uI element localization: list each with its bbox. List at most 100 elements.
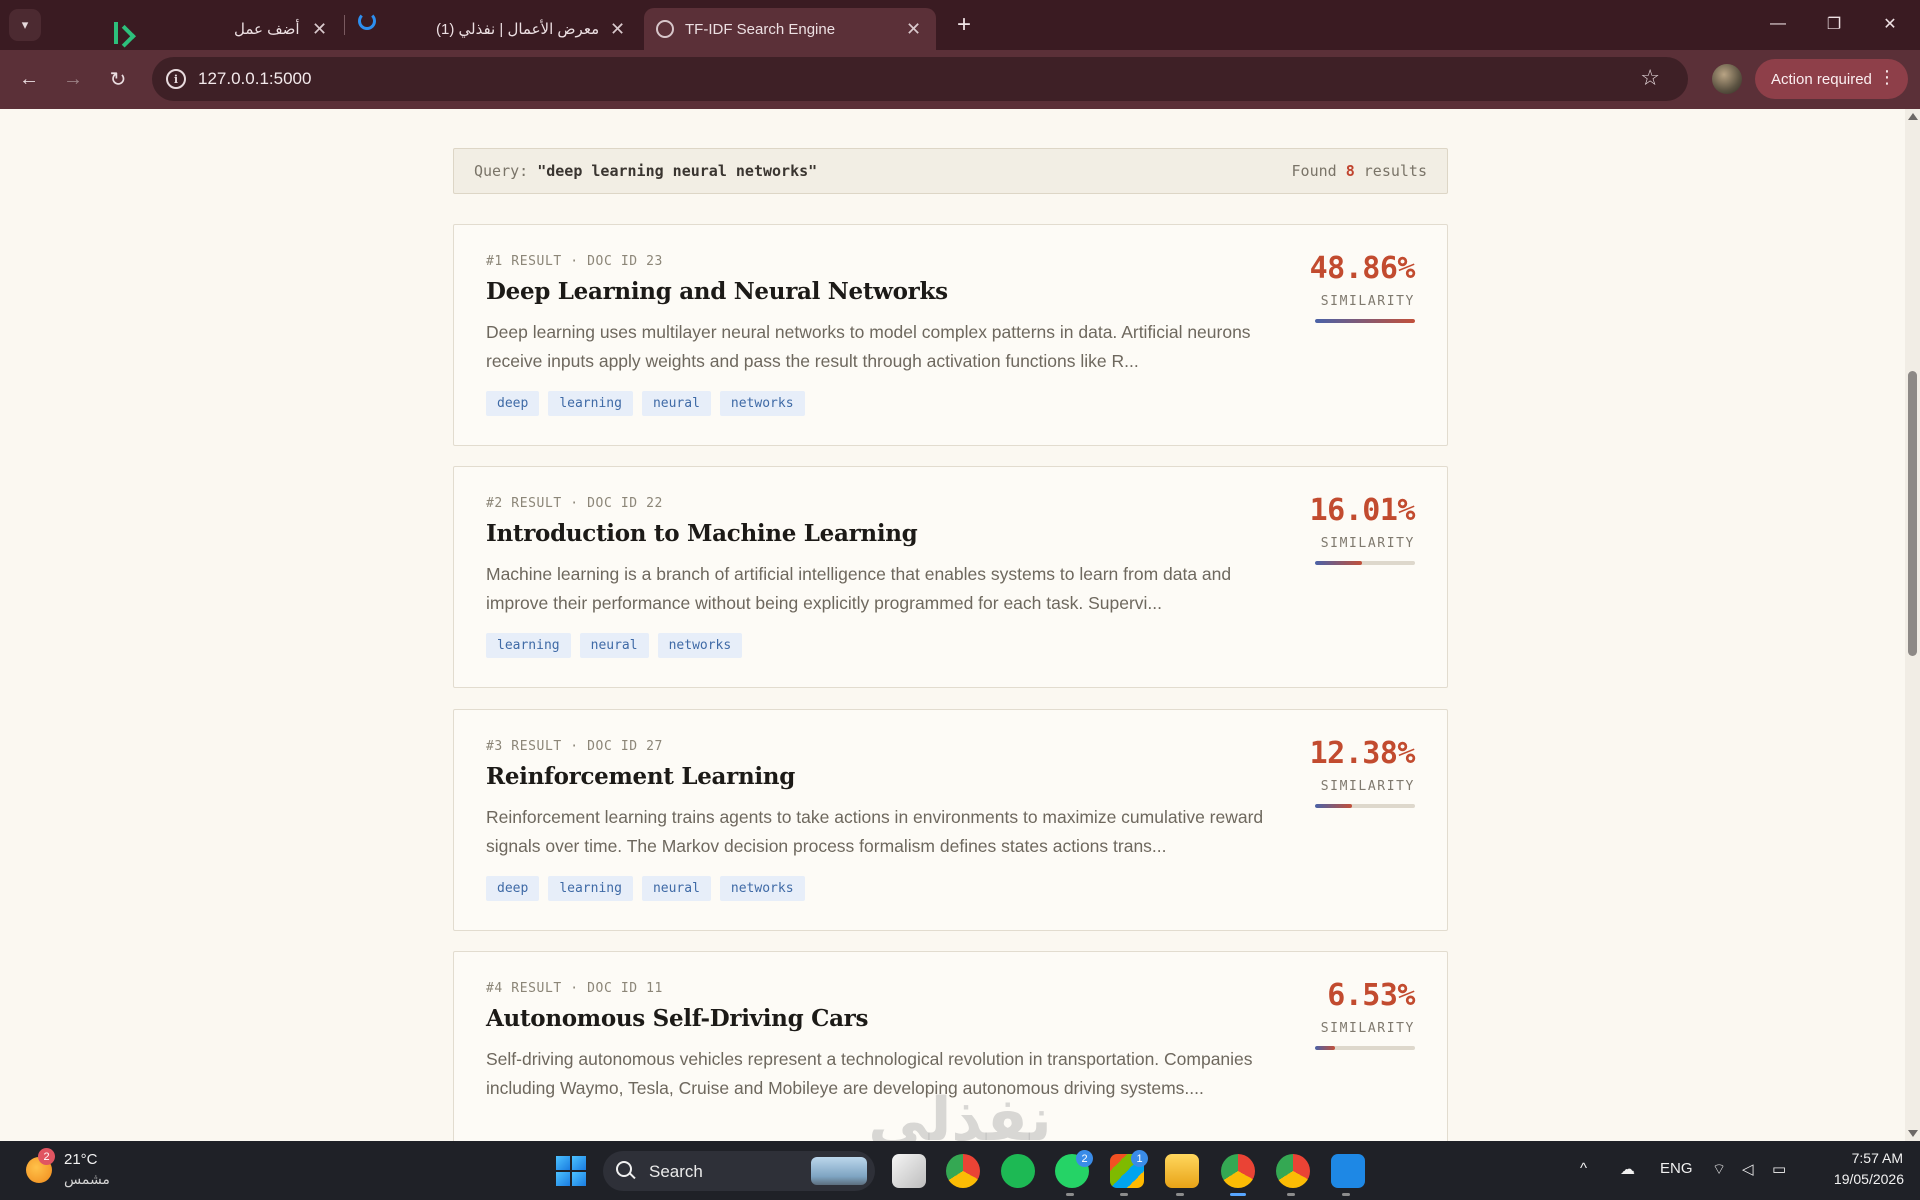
search-icon	[616, 1161, 632, 1177]
forward-button[interactable]: →	[56, 62, 90, 96]
more-menu-icon[interactable]: ⋮	[1878, 67, 1896, 88]
result-title[interactable]: Introduction to Machine Learning	[486, 520, 918, 547]
running-app-indicator	[1342, 1193, 1350, 1196]
wifi-icon[interactable]: ⌔	[1712, 1160, 1726, 1179]
battery-icon[interactable]: ▭	[1772, 1160, 1786, 1178]
tab-add-work[interactable]: أضف عمل ✕	[50, 8, 340, 50]
weather-description[interactable]: مشمس	[64, 1171, 110, 1188]
search-label: Search	[649, 1162, 703, 1181]
minimize-button[interactable]: —	[1750, 0, 1806, 48]
scrollbar-thumb[interactable]	[1908, 371, 1917, 656]
clock-time[interactable]: 7:57 AM	[1843, 1150, 1903, 1166]
language-indicator[interactable]: ENG	[1660, 1160, 1693, 1177]
chrome-profile-icon[interactable]	[1221, 1154, 1255, 1188]
close-icon[interactable]: ✕	[312, 20, 327, 38]
similarity-bar	[1315, 561, 1415, 565]
onedrive-icon[interactable]: ☁	[1620, 1160, 1635, 1178]
tab-search-button[interactable]: ▾	[9, 9, 41, 41]
result-tags: deep learning neural networks	[486, 391, 805, 416]
page-scrollbar[interactable]	[1905, 109, 1920, 1141]
windows-start-icon[interactable]	[556, 1156, 586, 1186]
close-icon[interactable]: ✕	[906, 20, 921, 38]
file-explorer-icon[interactable]	[1165, 1154, 1199, 1188]
nafezly-logo-icon	[358, 12, 376, 30]
url-text[interactable]: 127.0.0.1:5000	[198, 69, 311, 89]
result-meta: #2 RESULT · DOC ID 22	[486, 496, 663, 511]
running-app-indicator	[1066, 1193, 1074, 1196]
term-tag: networks	[657, 633, 743, 658]
result-count: 8	[1345, 162, 1355, 180]
chrome-icon[interactable]	[946, 1154, 980, 1188]
result-meta: #3 RESULT · DOC ID 27	[486, 739, 663, 754]
similarity-label: SIMILARITY	[1320, 779, 1415, 794]
vscode-icon[interactable]	[1331, 1154, 1365, 1188]
similarity-score: 16.01%	[1309, 493, 1416, 528]
term-tag: neural	[579, 633, 649, 658]
tab-title: TF-IDF Search Engine	[685, 20, 836, 38]
found-prefix: Found	[1291, 162, 1337, 180]
result-card[interactable]: #4 RESULT · DOC ID 11 Autonomous Self-Dr…	[453, 951, 1448, 1141]
similarity-bar	[1315, 319, 1415, 323]
term-tag: networks	[719, 391, 805, 416]
similarity-bar-fill	[1315, 1046, 1335, 1050]
term-tag: neural	[641, 876, 711, 901]
result-card[interactable]: #3 RESULT · DOC ID 27 Reinforcement Lear…	[453, 709, 1448, 931]
tab-title: (1) معرض الأعمال | نفذلي	[436, 21, 600, 38]
chevron-up-icon[interactable]: ^	[1580, 1160, 1587, 1177]
similarity-label: SIMILARITY	[1320, 536, 1415, 551]
term-tag: learning	[548, 876, 633, 901]
query-label: Query:	[474, 162, 529, 180]
spotify-icon[interactable]	[1001, 1154, 1035, 1188]
term-tag: networks	[719, 876, 805, 901]
profile-avatar[interactable]	[1712, 64, 1742, 94]
term-tag: deep	[486, 876, 540, 901]
result-title[interactable]: Reinforcement Learning	[486, 763, 795, 790]
result-card[interactable]: #2 RESULT · DOC ID 22 Introduction to Ma…	[453, 466, 1448, 688]
similarity-bar-fill	[1315, 804, 1352, 808]
tab-title: أضف عمل	[234, 21, 300, 38]
scroll-down-icon[interactable]	[1908, 1130, 1918, 1137]
chrome-icon[interactable]	[1276, 1154, 1310, 1188]
similarity-bar-fill	[1315, 319, 1415, 323]
site-info-icon[interactable]: i	[166, 69, 186, 89]
page-viewport: Query: "deep learning neural networks" F…	[0, 109, 1905, 1141]
volume-icon[interactable]: ◁	[1742, 1160, 1754, 1178]
tab-tfidf-search[interactable]: TF-IDF Search Engine ✕	[644, 8, 936, 50]
result-tags: deep learning neural networks	[486, 876, 805, 901]
bookmark-star-icon[interactable]: ☆	[1640, 65, 1660, 91]
query-summary-bar: Query: "deep learning neural networks" F…	[453, 148, 1448, 194]
result-snippet: Machine learning is a branch of artifici…	[486, 564, 1232, 613]
term-tag: learning	[486, 633, 571, 658]
result-snippet: Deep learning uses multilayer neural net…	[486, 322, 1251, 371]
running-app-indicator	[1120, 1193, 1128, 1196]
kafiil-logo-icon	[112, 22, 132, 44]
tab-separator	[344, 15, 345, 35]
new-tab-button[interactable]: +	[948, 9, 980, 41]
close-icon[interactable]: ✕	[610, 20, 625, 38]
close-window-button[interactable]: ✕	[1862, 0, 1918, 48]
scroll-up-icon[interactable]	[1908, 113, 1918, 120]
address-bar[interactable]: i 127.0.0.1:5000 ☆	[152, 57, 1688, 101]
store-badge: 1	[1131, 1150, 1148, 1167]
weather-badge: 2	[38, 1148, 55, 1165]
term-tag: learning	[548, 391, 633, 416]
similarity-bar-fill	[1315, 561, 1362, 565]
term-tag: neural	[641, 391, 711, 416]
file-icon[interactable]	[892, 1154, 926, 1188]
action-required-button[interactable]: Action required ⋮	[1755, 59, 1908, 99]
result-title[interactable]: Deep Learning and Neural Networks	[486, 278, 948, 305]
result-title[interactable]: Autonomous Self-Driving Cars	[486, 1005, 868, 1032]
result-meta: #1 RESULT · DOC ID 23	[486, 254, 663, 269]
weather-temperature[interactable]: 21°C	[64, 1151, 98, 1168]
result-card[interactable]: #1 RESULT · DOC ID 23 Deep Learning and …	[453, 224, 1448, 446]
restore-button[interactable]: ❐	[1806, 0, 1862, 48]
tab-portfolio[interactable]: (1) معرض الأعمال | نفذلي ✕	[352, 8, 642, 50]
running-app-indicator	[1176, 1193, 1184, 1196]
result-snippet: Self-driving autonomous vehicles represe…	[486, 1049, 1253, 1098]
similarity-bar	[1315, 1046, 1415, 1050]
reload-button[interactable]: ↻	[101, 62, 135, 96]
taskbar-search[interactable]: Search	[603, 1151, 875, 1191]
back-button[interactable]: ←	[12, 62, 46, 96]
similarity-label: SIMILARITY	[1320, 294, 1415, 309]
clock-date[interactable]: 19/05/2026	[1818, 1171, 1904, 1187]
